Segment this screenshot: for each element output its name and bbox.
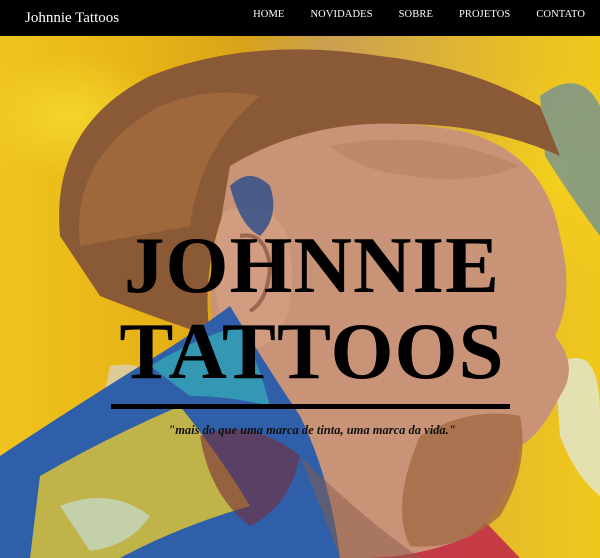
hero-tagline: "mais do que uma marca de tinta, uma mar… [168,423,456,437]
nav-link-sobre[interactable]: SOBRE [386,0,446,30]
brand-logo-link[interactable]: Johnnie Tattoos [25,0,119,36]
nav-link-home[interactable]: HOME [240,0,297,30]
hero-title-line-2: TATTOOS [119,306,505,396]
nav-link-projetos[interactable]: PROJETOS [446,0,523,30]
hero-section: JOHNNIE TATTOOS [0,36,600,558]
nav-link-novidades[interactable]: NOVIDADES [297,0,385,30]
top-navbar: Johnnie Tattoos HOME NOVIDADES SOBRE PRO… [0,0,600,36]
title-divider [111,404,510,409]
hero-title-line-1: JOHNNIE [123,220,501,310]
hero-title: JOHNNIE TATTOOS [0,222,600,394]
nav-menu: HOME NOVIDADES SOBRE PROJETOS CONTATO [240,0,600,36]
nav-link-contato[interactable]: CONTATO [523,0,600,30]
